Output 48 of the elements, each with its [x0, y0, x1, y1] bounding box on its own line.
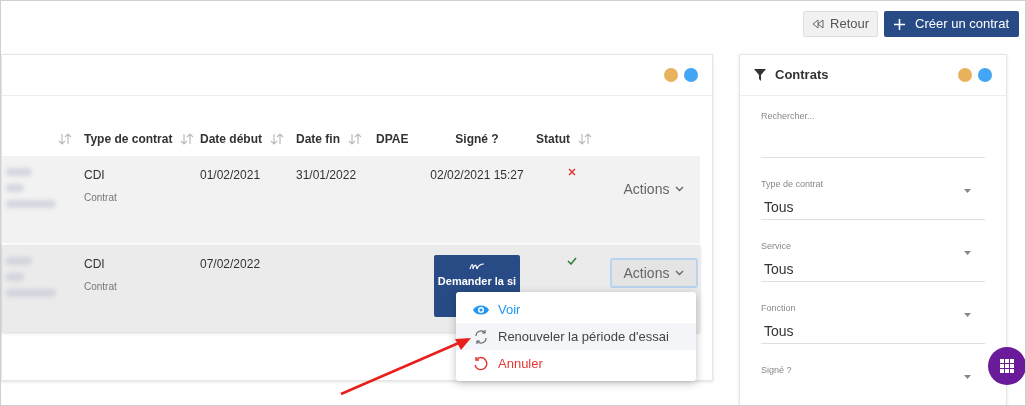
select-field[interactable]: Service Tous [761, 220, 985, 282]
panel-title: Contrats [775, 66, 829, 85]
search-field[interactable]: Rechercher... [761, 96, 985, 158]
select-field[interactable]: Type de contrat Tous [761, 158, 985, 220]
sort-icon[interactable] [270, 133, 284, 145]
select-field[interactable]: Signé ? [761, 344, 985, 405]
sort-icon[interactable] [180, 133, 195, 145]
table-cell-text: CDI [84, 256, 106, 273]
column-header: Signé ? [455, 131, 499, 148]
table-cell: 07/02/2022 [200, 257, 261, 271]
refresh-icon [473, 328, 489, 345]
column-header: Date début [200, 131, 262, 148]
chevron-down-icon [675, 270, 685, 276]
filter-icon [754, 69, 766, 81]
dropdown-arrow-icon [964, 189, 971, 193]
sort-icon[interactable] [578, 133, 592, 145]
back-button[interactable]: Retour [803, 11, 879, 37]
table-cell-text: Contrat [84, 280, 118, 294]
undo-icon [473, 355, 489, 372]
eye-icon [472, 303, 490, 316]
actions-button[interactable]: Actions [609, 258, 699, 288]
chevron-down-icon [675, 186, 685, 192]
table-cell: 31/01/2022 [296, 168, 357, 182]
menu-item[interactable]: Renouveler la période d'essai [456, 323, 696, 350]
table-cell-text: 02/02/2021 15:27 [430, 167, 524, 184]
select-field[interactable]: Fonction Tous [761, 282, 985, 344]
table-cell-text: CDI [84, 167, 106, 184]
blurred-text [6, 184, 24, 192]
create-contract-button[interactable]: Créer un contrat [884, 11, 1019, 37]
menu-item[interactable]: Annuler [456, 350, 696, 377]
actions-button[interactable]: Actions [611, 174, 697, 204]
blurred-text [6, 168, 32, 176]
blurred-text [6, 200, 56, 208]
rewind-icon [812, 19, 825, 29]
sort-icon[interactable] [348, 133, 362, 145]
column-header: DPAE [376, 131, 409, 148]
dropdown-arrow-icon [964, 251, 971, 255]
table-cell-text: Contrat [84, 191, 118, 205]
dropdown-arrow-icon [964, 313, 971, 317]
grid-icon [1000, 359, 1014, 373]
column-header: Statut [536, 131, 570, 148]
column-header: Type de contrat [84, 131, 173, 148]
dropdown-arrow-icon [964, 375, 971, 379]
table-cell: 01/02/2021 [200, 168, 261, 182]
plus-icon [894, 18, 906, 30]
signature-icon [469, 261, 485, 271]
column-header: Date fin [296, 131, 340, 148]
sort-icon[interactable] [58, 133, 72, 145]
